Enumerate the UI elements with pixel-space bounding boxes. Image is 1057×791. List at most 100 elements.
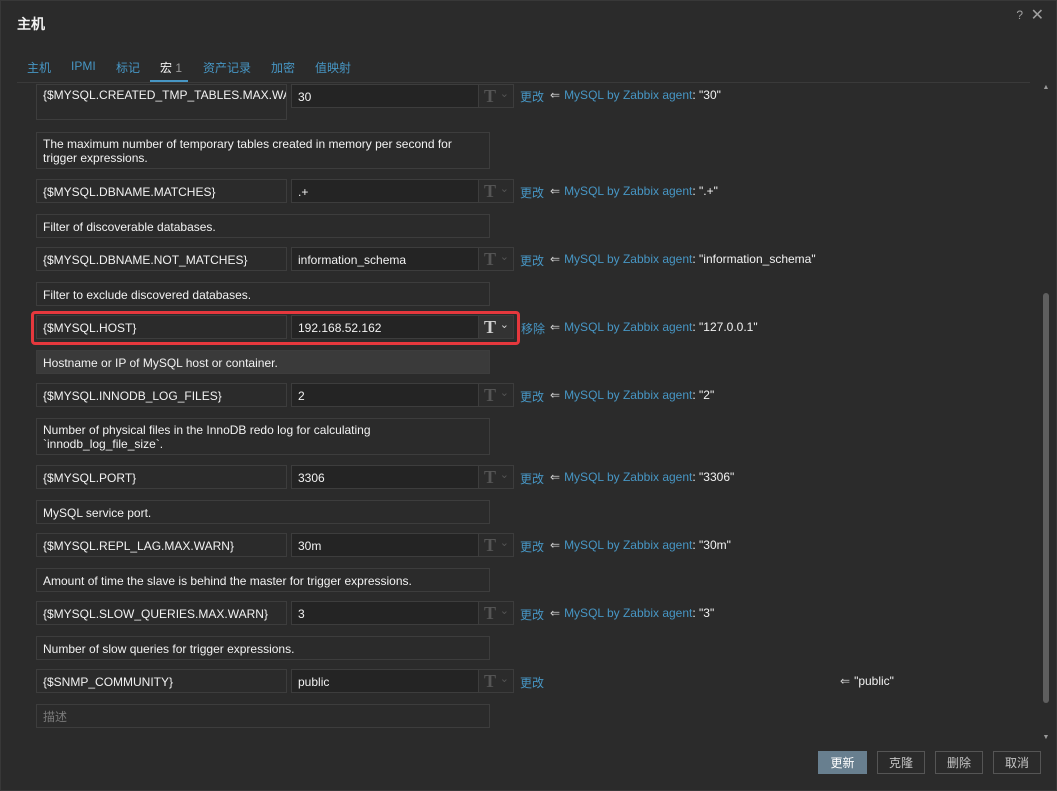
macro-type-select[interactable]: T ⌄ (478, 669, 514, 693)
text-type-icon: T (484, 535, 497, 555)
macro-description-field[interactable]: MySQL service port. (36, 500, 490, 524)
macro-name-field[interactable]: {$SNMP_COMMUNITY} (36, 669, 287, 693)
inherit-arrow-icon: ⇐ (550, 538, 561, 552)
template-link[interactable]: MySQL by Zabbix agent (564, 606, 692, 620)
text-type-icon: T (484, 603, 497, 623)
text-type-icon: T (484, 385, 497, 405)
text-type-icon: T (484, 467, 497, 487)
inherited-value: ⇐ MySQL by Zabbix agent: "3" (550, 606, 715, 620)
tab-value-mapping[interactable]: 值映射 (315, 59, 351, 76)
update-button[interactable]: 更新 (818, 751, 867, 774)
tab-encryption[interactable]: 加密 (271, 59, 295, 76)
tab-macros[interactable]: 宏 1 (160, 59, 182, 76)
macro-value-field[interactable]: information_schema (291, 247, 479, 271)
macro-name-field[interactable]: {$MYSQL.PORT} (36, 465, 287, 489)
change-button[interactable]: 更改 (520, 470, 544, 487)
inherited-value: ⇐ "public" (840, 674, 894, 688)
macro-name-field[interactable]: {$MYSQL.DBNAME.NOT_MATCHES} (36, 247, 287, 271)
change-button[interactable]: 更改 (520, 88, 544, 105)
chevron-down-icon: ⌄ (499, 469, 509, 481)
chevron-down-icon: ⌄ (499, 183, 509, 195)
tab-ipmi[interactable]: IPMI (71, 59, 96, 73)
macro-value-field[interactable]: 3306 (291, 465, 479, 489)
macro-name-field[interactable]: {$MYSQL.DBNAME.MATCHES} (36, 179, 287, 203)
change-button[interactable]: 更改 (520, 606, 544, 623)
macro-name-field[interactable]: {$MYSQL.CREATED_TMP_TABLES.MAX.WARN} (36, 84, 287, 120)
tab-host[interactable]: 主机 (27, 59, 51, 76)
change-button[interactable]: 更改 (520, 538, 544, 555)
inherited-value: ⇐ MySQL by Zabbix agent: "2" (550, 388, 715, 402)
tab-tags[interactable]: 标记 (116, 59, 140, 76)
inherited-value-text: "3306" (699, 470, 735, 484)
scrollbar-thumb[interactable] (1043, 293, 1049, 703)
macro-description-field[interactable]: Filter to exclude discovered databases. (36, 282, 490, 306)
inherited-value: ⇐ MySQL by Zabbix agent: "3306" (550, 470, 735, 484)
macro-type-select[interactable]: T ⌄ (478, 179, 514, 203)
vertical-scrollbar[interactable]: ▲ ▼ (1041, 83, 1051, 743)
macro-type-select[interactable]: T ⌄ (478, 84, 514, 108)
macro-description-field[interactable]: Amount of time the slave is behind the m… (36, 568, 490, 592)
change-button[interactable]: 更改 (520, 674, 544, 691)
macro-description-field[interactable]: 描述 (36, 704, 490, 728)
clone-button[interactable]: 克隆 (877, 751, 925, 774)
delete-button[interactable]: 删除 (935, 751, 983, 774)
macro-type-select[interactable]: T ⌄ (478, 601, 514, 625)
inherited-value: ⇐ MySQL by Zabbix agent: ".+" (550, 184, 718, 198)
inherited-value-text: "public" (854, 674, 894, 688)
macro-value-field[interactable]: 30 (291, 84, 479, 108)
template-link[interactable]: MySQL by Zabbix agent (564, 184, 692, 198)
template-link[interactable]: MySQL by Zabbix agent (564, 252, 692, 266)
chevron-down-icon: ⌄ (499, 673, 509, 685)
inherited-value-text: "2" (699, 388, 715, 402)
macro-list: {$MYSQL.CREATED_TMP_TABLES.MAX.WARN} 30 … (1, 83, 1041, 743)
change-button[interactable]: 更改 (520, 388, 544, 405)
macro-type-select[interactable]: T ⌄ (478, 383, 514, 407)
template-link[interactable]: MySQL by Zabbix agent (564, 88, 692, 102)
change-button[interactable]: 更改 (520, 252, 544, 269)
text-type-icon: T (484, 671, 497, 691)
help-icon[interactable]: ? (1016, 8, 1023, 22)
inherited-value-text: "3" (699, 606, 715, 620)
remove-button[interactable]: 移除 (521, 320, 545, 337)
macro-description-field[interactable]: Number of physical files in the InnoDB r… (36, 418, 490, 455)
highlight-box (31, 311, 520, 345)
macro-description-field[interactable]: Filter of discoverable databases. (36, 214, 490, 238)
macro-description-field[interactable]: Hostname or IP of MySQL host or containe… (36, 350, 490, 374)
inherit-arrow-icon: ⇐ (840, 674, 851, 688)
change-button[interactable]: 更改 (520, 184, 544, 201)
inherit-arrow-icon: ⇐ (550, 88, 561, 102)
macro-type-select[interactable]: T ⌄ (478, 247, 514, 271)
tab-bar: 主机 IPMI 标记 宏 1 资产记录 加密 值映射 (17, 56, 1030, 83)
cancel-button[interactable]: 取消 (993, 751, 1041, 774)
template-link[interactable]: MySQL by Zabbix agent (564, 470, 692, 484)
macro-name-field[interactable]: {$MYSQL.REPL_LAG.MAX.WARN} (36, 533, 287, 557)
text-type-icon: T (484, 249, 497, 269)
inherited-value-text: "127.0.0.1" (699, 320, 758, 334)
macro-name-field[interactable]: {$MYSQL.INNODB_LOG_FILES} (36, 383, 287, 407)
template-link[interactable]: MySQL by Zabbix agent (564, 320, 692, 334)
macro-value-field[interactable]: 3 (291, 601, 479, 625)
macro-name-field[interactable]: {$MYSQL.SLOW_QUERIES.MAX.WARN} (36, 601, 287, 625)
dialog-title: 主机 (17, 16, 45, 32)
macro-description-field[interactable]: Number of slow queries for trigger expre… (36, 636, 490, 660)
macro-value-field[interactable]: public (291, 669, 479, 693)
macro-value-field[interactable]: 2 (291, 383, 479, 407)
tab-macros-label: 宏 (160, 61, 173, 75)
close-icon[interactable]: ✕ (1031, 5, 1044, 25)
macro-type-select[interactable]: T ⌄ (478, 465, 514, 489)
macro-value-field[interactable]: 30m (291, 533, 479, 557)
template-link[interactable]: MySQL by Zabbix agent (564, 388, 692, 402)
macro-description-field[interactable]: The maximum number of temporary tables c… (36, 132, 490, 169)
scroll-down-icon[interactable]: ▼ (1041, 733, 1051, 743)
inherited-value-text: "30m" (699, 538, 731, 552)
inherit-arrow-icon: ⇐ (550, 388, 561, 402)
inherited-value: ⇐ MySQL by Zabbix agent: "127.0.0.1" (550, 320, 758, 334)
host-dialog: 主机 ? ✕ 主机 IPMI 标记 宏 1 资产记录 加密 值映射 {$MYSQ… (0, 0, 1057, 791)
tab-macros-count: 1 (175, 61, 183, 75)
macro-type-select[interactable]: T ⌄ (478, 533, 514, 557)
tab-inventory[interactable]: 资产记录 (203, 59, 251, 76)
template-link[interactable]: MySQL by Zabbix agent (564, 538, 692, 552)
chevron-down-icon: ⌄ (499, 605, 509, 617)
macro-value-field[interactable]: .+ (291, 179, 479, 203)
scroll-up-icon[interactable]: ▲ (1041, 83, 1051, 93)
